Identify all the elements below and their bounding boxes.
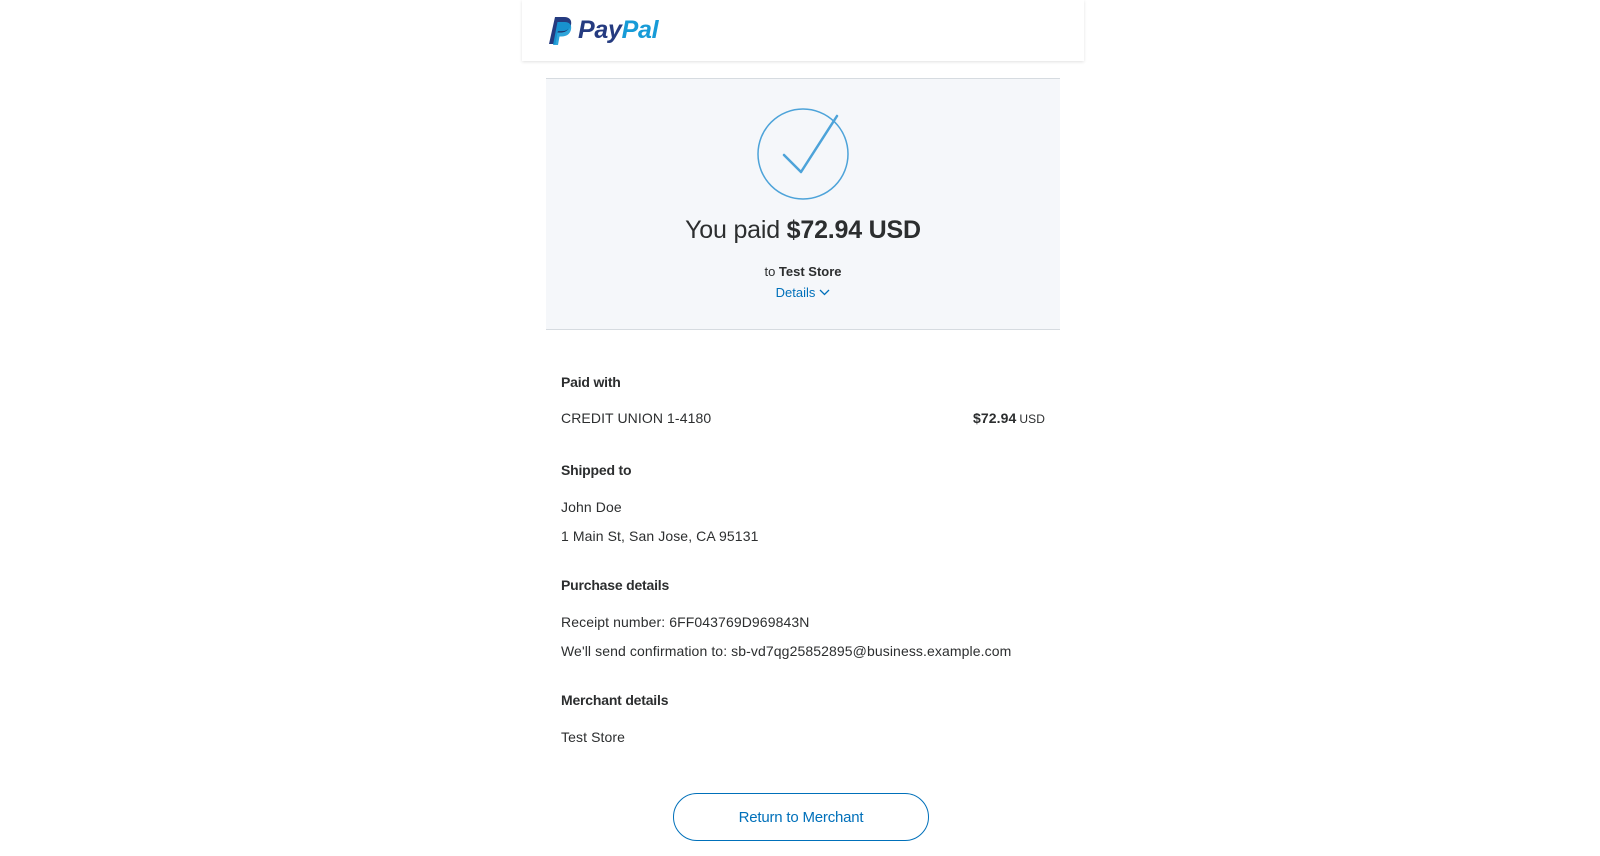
details-toggle[interactable]: Details bbox=[546, 284, 1060, 300]
merchant-name: Test Store bbox=[561, 729, 626, 745]
chevron-down-icon[interactable] bbox=[819, 289, 830, 296]
paid-amount: $72.94 USD bbox=[786, 216, 921, 244]
shipped-to-title: Shipped to bbox=[561, 462, 632, 478]
payment-amount-currency: USD bbox=[1019, 412, 1045, 426]
payment-summary: You paid $72.94 USD to Test Store Detail… bbox=[546, 78, 1060, 330]
payment-amount-value: $72.94 bbox=[972, 410, 1017, 426]
logo-pay: Pay bbox=[578, 16, 622, 44]
payment-method-amount: $72.94 USD bbox=[973, 410, 1045, 426]
paypal-wordmark: PayPal bbox=[578, 16, 659, 45]
shipping-name: John Doe bbox=[561, 499, 622, 515]
receipt-number: Receipt number: 6FF043769D969843N bbox=[561, 614, 810, 630]
paypal-logo: PayPal bbox=[547, 16, 659, 46]
header: PayPal bbox=[522, 0, 1084, 61]
logo-pal: Pal bbox=[621, 16, 659, 44]
purchase-details-title: Purchase details bbox=[561, 577, 670, 593]
paypal-logo-icon bbox=[549, 16, 572, 45]
payment-method: CREDIT UNION 1-4180 bbox=[561, 410, 712, 426]
purchase-details-section: Purchase details Receipt number: 6FF0437… bbox=[561, 577, 1045, 659]
payment-method-row: CREDIT UNION 1-4180 $72.94 USD bbox=[561, 410, 1045, 426]
confirmation-email: We'll send confirmation to: sb-vd7qg2585… bbox=[561, 643, 1012, 659]
paid-to-merchant: Test Store bbox=[778, 264, 842, 279]
merchant-details-title: Merchant details bbox=[561, 692, 669, 708]
shipping-address: 1 Main St, San Jose, CA 95131 bbox=[561, 528, 759, 544]
checkmark-circle-icon bbox=[757, 108, 849, 200]
paid-prefix: You paid bbox=[685, 216, 780, 244]
return-to-merchant-button[interactable]: Return to Merchant bbox=[673, 793, 929, 841]
paid-with-section: Paid with CREDIT UNION 1-4180 $72.94 USD bbox=[561, 374, 1045, 426]
details-label[interactable]: Details bbox=[776, 285, 816, 300]
paid-to-line: to Test Store bbox=[546, 264, 1060, 279]
paid-to-prefix: to bbox=[764, 264, 776, 279]
shipped-to-section: Shipped to John Doe 1 Main St, San Jose,… bbox=[561, 462, 1045, 544]
merchant-details-section: Merchant details Test Store bbox=[561, 692, 1045, 745]
paid-with-title: Paid with bbox=[561, 374, 621, 390]
paid-amount-heading: You paid $72.94 USD bbox=[546, 216, 1060, 245]
